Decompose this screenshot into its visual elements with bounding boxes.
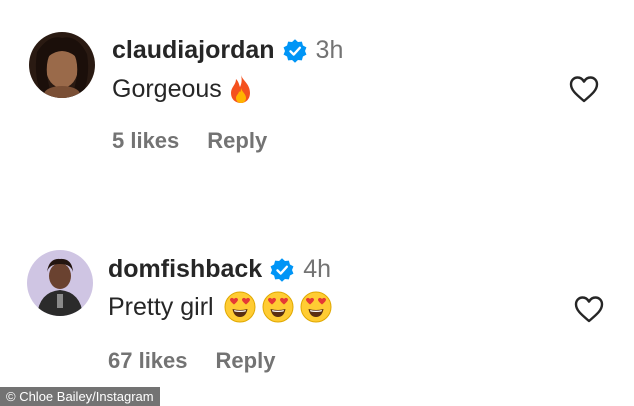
comment-item: claudiajordan 3h Gorgeous 5 likes Reply (0, 0, 634, 190)
heart-outline-icon[interactable] (568, 74, 600, 104)
verified-badge-icon (283, 38, 306, 63)
avatar[interactable] (29, 32, 95, 98)
username[interactable]: claudiajordan (112, 36, 275, 65)
timestamp: 3h (315, 36, 344, 64)
likes-count[interactable]: 67 likes (108, 348, 188, 374)
photo-credit: © Chloe Bailey/Instagram (0, 387, 160, 406)
comment-item: domfishback 4h Pretty girl 67 likes Repl… (0, 190, 634, 386)
heart-eyes-emoji-icon (224, 291, 256, 323)
heart-outline-icon[interactable] (573, 294, 605, 324)
avatar[interactable] (27, 250, 93, 316)
comment-text: Gorgeous (112, 74, 222, 103)
reply-button[interactable]: Reply (216, 348, 276, 374)
verified-badge-icon (270, 257, 294, 282)
timestamp: 4h (303, 255, 332, 283)
heart-eyes-emoji-icon (262, 291, 294, 323)
likes-count[interactable]: 5 likes (112, 128, 179, 154)
reply-button[interactable]: Reply (207, 128, 267, 154)
username[interactable]: domfishback (108, 255, 262, 284)
heart-eyes-emoji-icon (300, 291, 332, 323)
comment-text: Pretty girl (108, 292, 214, 321)
fire-emoji-icon (230, 75, 250, 103)
